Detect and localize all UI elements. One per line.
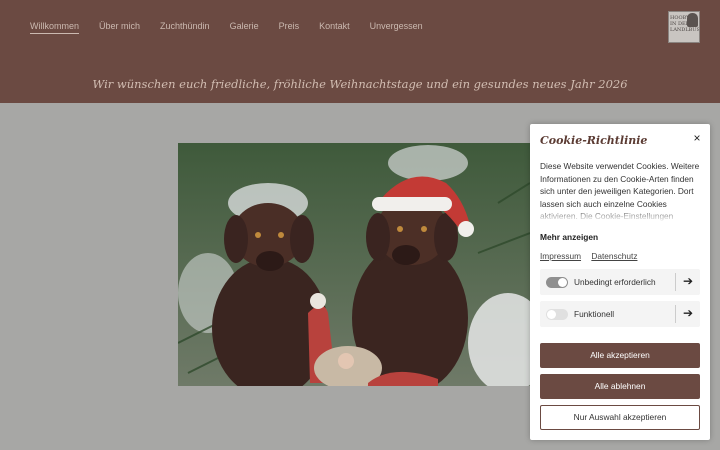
datenschutz-link[interactable]: Datenschutz	[591, 251, 637, 261]
main-nav: Willkommen Über mich Zuchthündin Galerie…	[30, 21, 443, 34]
arrow-right-icon[interactable]: ➔	[683, 274, 693, 288]
reject-all-button[interactable]: Alle ablehnen	[540, 374, 700, 399]
nav-item-kontakt[interactable]: Kontakt	[319, 21, 350, 34]
tagline: Wir wünschen euch friedliche, fröhliche …	[92, 77, 628, 91]
show-more-link[interactable]: Mehr anzeigen	[540, 232, 598, 242]
impressum-link[interactable]: Impressum	[540, 251, 581, 261]
arrow-right-icon[interactable]: ➔	[683, 306, 693, 320]
toggle-functional[interactable]	[546, 309, 568, 320]
cookie-dialog: Cookie-Richtlinie × Diese Website verwen…	[530, 124, 710, 440]
nav-item-zuchthuendin[interactable]: Zuchthündin	[160, 21, 210, 34]
accept-selection-button[interactable]: Nur Auswahl akzeptieren	[540, 405, 700, 430]
divider	[675, 273, 676, 291]
accept-all-button[interactable]: Alle akzeptieren	[540, 343, 700, 368]
divider	[675, 305, 676, 323]
cookie-description: Diese Website verwendet Cookies. Weitere…	[540, 161, 700, 222]
category-label: Unbedingt erforderlich	[574, 277, 656, 287]
nav-item-preis[interactable]: Preis	[279, 21, 300, 34]
site-header: Willkommen Über mich Zuchthündin Galerie…	[0, 0, 720, 103]
toggle-knob	[558, 278, 567, 287]
toggle-knob	[547, 310, 556, 319]
two-labradors-christmas-photo	[178, 143, 530, 386]
nav-item-willkommen[interactable]: Willkommen	[30, 21, 80, 34]
nav-item-ueber-mich[interactable]: Über mich	[99, 21, 140, 34]
cookie-category-functional[interactable]: Funktionell ➔	[540, 301, 700, 327]
toggle-required[interactable]	[546, 277, 568, 288]
cookie-title: Cookie-Richtlinie	[540, 134, 648, 147]
legal-links: Impressum Datenschutz	[540, 251, 645, 261]
cookie-category-required[interactable]: Unbedingt erforderlich ➔	[540, 269, 700, 295]
close-icon[interactable]: ×	[691, 132, 703, 144]
nav-item-galerie[interactable]: Galerie	[230, 21, 259, 34]
category-label: Funktionell	[574, 309, 615, 319]
nav-item-unvergessen[interactable]: Unvergessen	[370, 21, 423, 34]
site-logo[interactable]: HOOBY IN DER LANDLBUSH	[668, 11, 700, 43]
portrait-logo-icon	[687, 13, 698, 27]
